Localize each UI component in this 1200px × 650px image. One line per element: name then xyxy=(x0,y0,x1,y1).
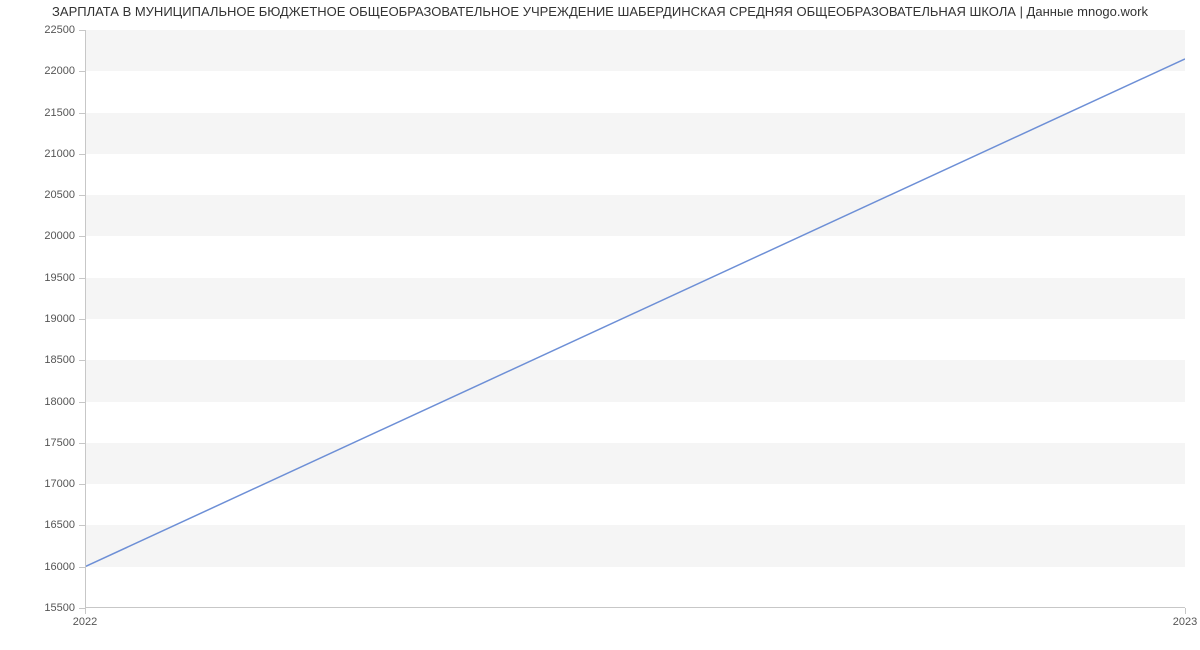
y-tick-label: 18500 xyxy=(44,354,75,366)
y-tick-mark xyxy=(79,525,85,526)
plot-area xyxy=(85,30,1185,608)
y-tick-mark xyxy=(79,319,85,320)
y-tick-label: 18000 xyxy=(44,396,75,408)
y-tick-label: 21500 xyxy=(44,107,75,119)
y-tick-mark xyxy=(79,154,85,155)
y-tick-label: 16000 xyxy=(44,561,75,573)
grid-band xyxy=(85,443,1185,484)
y-tick-label: 19500 xyxy=(44,272,75,284)
grid-band xyxy=(85,195,1185,236)
y-axis-line xyxy=(85,30,86,608)
y-tick-label: 20500 xyxy=(44,189,75,201)
y-tick-label: 19000 xyxy=(44,313,75,325)
y-tick-mark xyxy=(79,360,85,361)
y-tick-label: 22500 xyxy=(44,24,75,36)
y-tick-label: 20000 xyxy=(44,230,75,242)
y-tick-label: 22000 xyxy=(44,65,75,77)
y-tick-label: 15500 xyxy=(44,602,75,614)
grid-band xyxy=(85,113,1185,154)
y-tick-mark xyxy=(79,278,85,279)
y-tick-mark xyxy=(79,71,85,72)
grid-band xyxy=(85,525,1185,566)
y-tick-mark xyxy=(79,236,85,237)
grid-band xyxy=(85,360,1185,401)
y-tick-mark xyxy=(79,30,85,31)
x-axis: 20222023 xyxy=(85,608,1185,650)
x-tick-mark xyxy=(85,608,86,614)
x-tick-label: 2023 xyxy=(1173,616,1197,628)
y-tick-mark xyxy=(79,402,85,403)
y-tick-label: 17500 xyxy=(44,437,75,449)
y-tick-label: 17000 xyxy=(44,478,75,490)
y-tick-mark xyxy=(79,195,85,196)
grid-band xyxy=(85,278,1185,319)
x-tick-mark xyxy=(1185,608,1186,614)
y-tick-mark xyxy=(79,484,85,485)
grid-band xyxy=(85,30,1185,71)
y-tick-mark xyxy=(79,567,85,568)
x-tick-label: 2022 xyxy=(73,616,97,628)
y-tick-mark xyxy=(79,113,85,114)
chart-title: ЗАРПЛАТА В МУНИЦИПАЛЬНОЕ БЮДЖЕТНОЕ ОБЩЕО… xyxy=(0,4,1200,19)
y-axis: 1550016000165001700017500180001850019000… xyxy=(0,30,85,608)
y-tick-label: 21000 xyxy=(44,148,75,160)
y-tick-mark xyxy=(79,443,85,444)
y-tick-label: 16500 xyxy=(44,519,75,531)
